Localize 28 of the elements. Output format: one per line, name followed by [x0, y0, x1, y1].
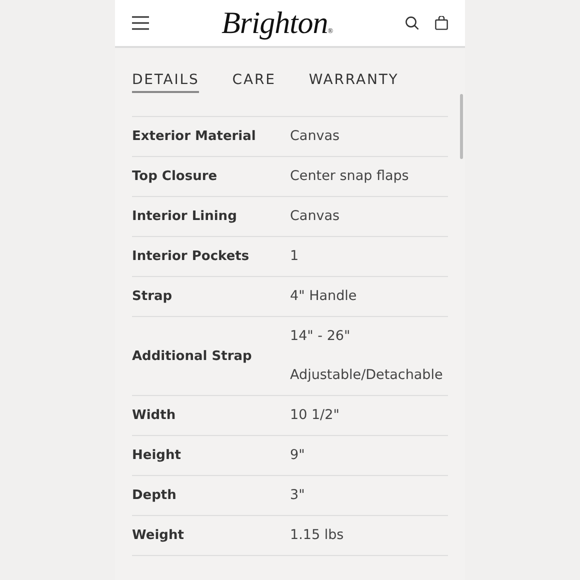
shopping-bag-icon[interactable] — [435, 16, 448, 30]
spec-value: 1 — [290, 247, 299, 266]
spec-value: 9" — [290, 446, 305, 465]
spec-label: Exterior Material — [132, 129, 257, 144]
spec-label: Interior Lining — [132, 209, 238, 224]
search-icon[interactable] — [405, 16, 419, 30]
spec-value: 1.15 lbs — [290, 526, 344, 545]
spec-label: Height — [132, 448, 182, 463]
menu-icon[interactable] — [132, 16, 149, 30]
spec-value: Canvas — [290, 127, 340, 146]
spec-value: Adjustable/Detachable — [290, 366, 443, 385]
spec-value: 14" - 26" — [290, 327, 352, 346]
spec-label: Top Closure — [132, 169, 218, 184]
tab[interactable]: CARE — [232, 72, 276, 93]
spec-value: 3" — [290, 486, 305, 505]
spec-value: 10 1/2" — [290, 406, 340, 425]
spec-value: 4" Handle — [290, 287, 357, 306]
tab[interactable]: WARRANTY — [308, 72, 399, 93]
scrollbar[interactable] — [460, 94, 463, 159]
spec-value: Canvas — [290, 207, 340, 226]
spec-value: Center snap flaps — [290, 167, 409, 186]
spec-label: Additional Strap — [132, 348, 253, 364]
spec-label: Width — [132, 408, 177, 423]
spec-label: Interior Pockets — [132, 249, 250, 264]
spec-label: Strap — [132, 289, 174, 304]
spec-label: Depth — [132, 488, 178, 503]
spec-label: Weight — [132, 528, 185, 543]
tab[interactable]: DETAILS — [132, 72, 200, 93]
